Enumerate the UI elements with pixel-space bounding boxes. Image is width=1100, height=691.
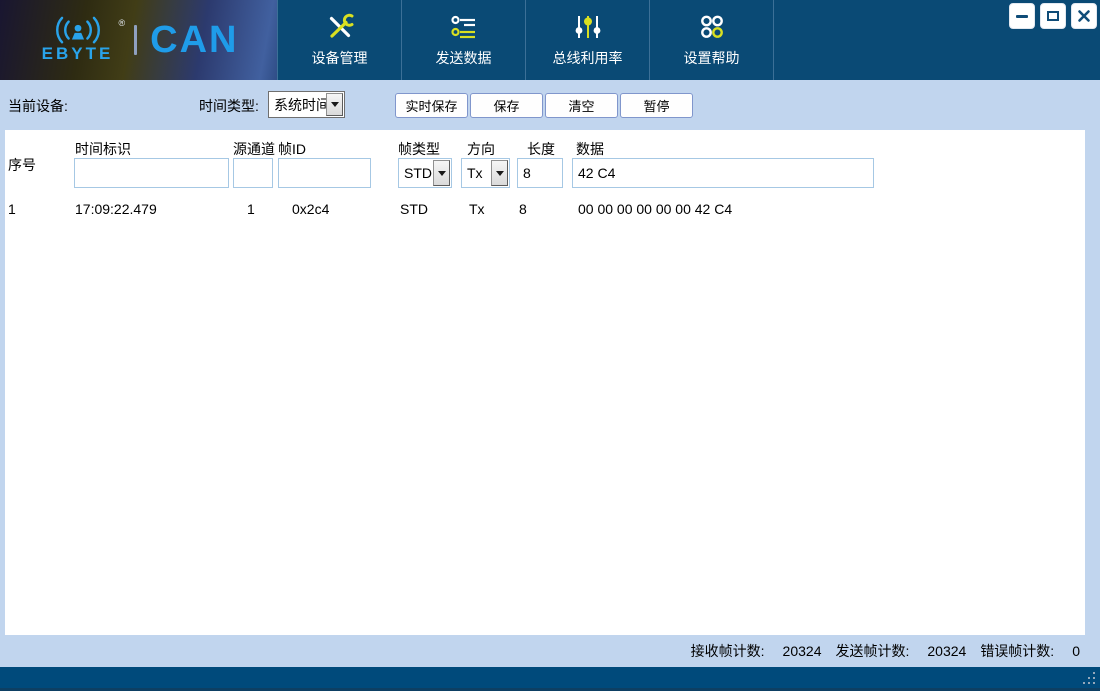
antenna-icon [55,16,100,44]
save-button[interactable]: 保存 [470,93,543,118]
frame-type-select[interactable]: STD [398,158,452,188]
title-bar: EBYTE ® CAN 设备管理 发送数据 总线利用率 设置帮助 [0,0,1100,80]
error-count-label: 错误帧计数: [980,643,1055,659]
chevron-down-icon[interactable] [433,160,450,186]
receive-count-value: 20324 [782,643,822,659]
frame-id-filter-input[interactable] [278,158,371,188]
sliders-horizontal-icon [450,15,475,38]
toolbar: 当前设备: 时间类型: 系统时间 实时保存 保存 清空 暂停 [0,80,1100,130]
clear-button[interactable]: 清空 [545,93,618,118]
chevron-down-icon[interactable] [326,93,343,116]
maximize-button[interactable] [1040,3,1066,29]
channel-filter-input[interactable] [233,158,273,188]
tools-icon [329,13,353,38]
tab-device-management[interactable]: 设备管理 [278,0,402,80]
send-count-label: 发送帧计数: [835,643,910,659]
tab-send-data[interactable]: 发送数据 [402,0,526,80]
frame-table: 序号 时间标识 源通道 帧ID 帧类型 方向 长度 数据 STD Tx 1 17… [5,130,1085,635]
column-header-data: 数据 [576,141,604,157]
tab-label: 设备管理 [311,49,368,66]
pause-button[interactable]: 暂停 [620,93,693,118]
minimize-icon [1016,14,1028,18]
current-device-label: 当前设备: [8,98,68,114]
tab-settings-help[interactable]: 设置帮助 [650,0,774,80]
tab-bus-utilization[interactable]: 总线利用率 [526,0,650,80]
direction-select[interactable]: Tx [461,158,510,188]
minimize-button[interactable] [1009,3,1035,29]
tab-label: 总线利用率 [552,49,623,66]
cell-length: 8 [519,201,527,217]
cell-frame-id: 0x2c4 [292,201,330,217]
window-controls [1009,3,1097,29]
send-count-value: 20324 [927,643,967,659]
close-button[interactable] [1071,3,1097,29]
brand-company-text: EBYTE [41,44,114,63]
frame-type-value: STD [404,165,432,181]
tab-label: 发送数据 [435,49,492,66]
brand-logo: EBYTE ® CAN [0,0,277,80]
chevron-down-icon[interactable] [491,160,508,186]
error-count-value: 0 [1072,643,1080,659]
cell-channel: 1 [247,201,255,217]
column-header-index: 序号 [8,157,36,173]
column-header-frame-type: 帧类型 [398,141,440,157]
column-header-channel: 源通道 [233,141,275,157]
time-type-label: 时间类型: [199,98,259,114]
column-header-direction: 方向 [467,141,495,157]
ebyte-logo: EBYTE [39,16,117,64]
brand-divider [134,25,138,55]
tab-label: 设置帮助 [683,49,740,66]
receive-count-label: 接收帧计数: [690,643,765,659]
sliders-vertical-icon [575,15,600,38]
column-header-time: 时间标识 [75,141,131,157]
close-icon [1078,10,1090,22]
cell-direction: Tx [469,201,485,217]
time-type-value: 系统时间 [274,96,330,113]
length-filter-input[interactable] [517,158,563,188]
cell-data: 00 00 00 00 00 00 42 C4 [578,201,733,217]
status-bar: 接收帧计数: 20324 发送帧计数: 20324 错误帧计数: 0 [0,635,1100,667]
time-filter-input[interactable] [74,158,229,188]
column-header-frame-id: 帧ID [278,141,306,157]
resize-grip-icon[interactable] [1093,682,1095,684]
maximize-icon [1047,11,1059,21]
main-nav: 设备管理 发送数据 总线利用率 设置帮助 [277,0,774,80]
direction-value: Tx [467,165,483,181]
time-type-select[interactable]: 系统时间 [268,91,345,118]
registered-mark: ® [118,18,126,28]
data-filter-input[interactable] [572,158,874,188]
column-header-length: 长度 [527,141,555,157]
cell-frame-type: STD [400,201,428,217]
realtime-save-button[interactable]: 实时保存 [395,93,468,118]
cell-index: 1 [8,201,16,217]
brand-product-text: CAN [150,19,239,61]
circles-icon [700,15,723,38]
cell-time: 17:09:22.479 [75,201,157,217]
bottom-bar [0,667,1100,691]
